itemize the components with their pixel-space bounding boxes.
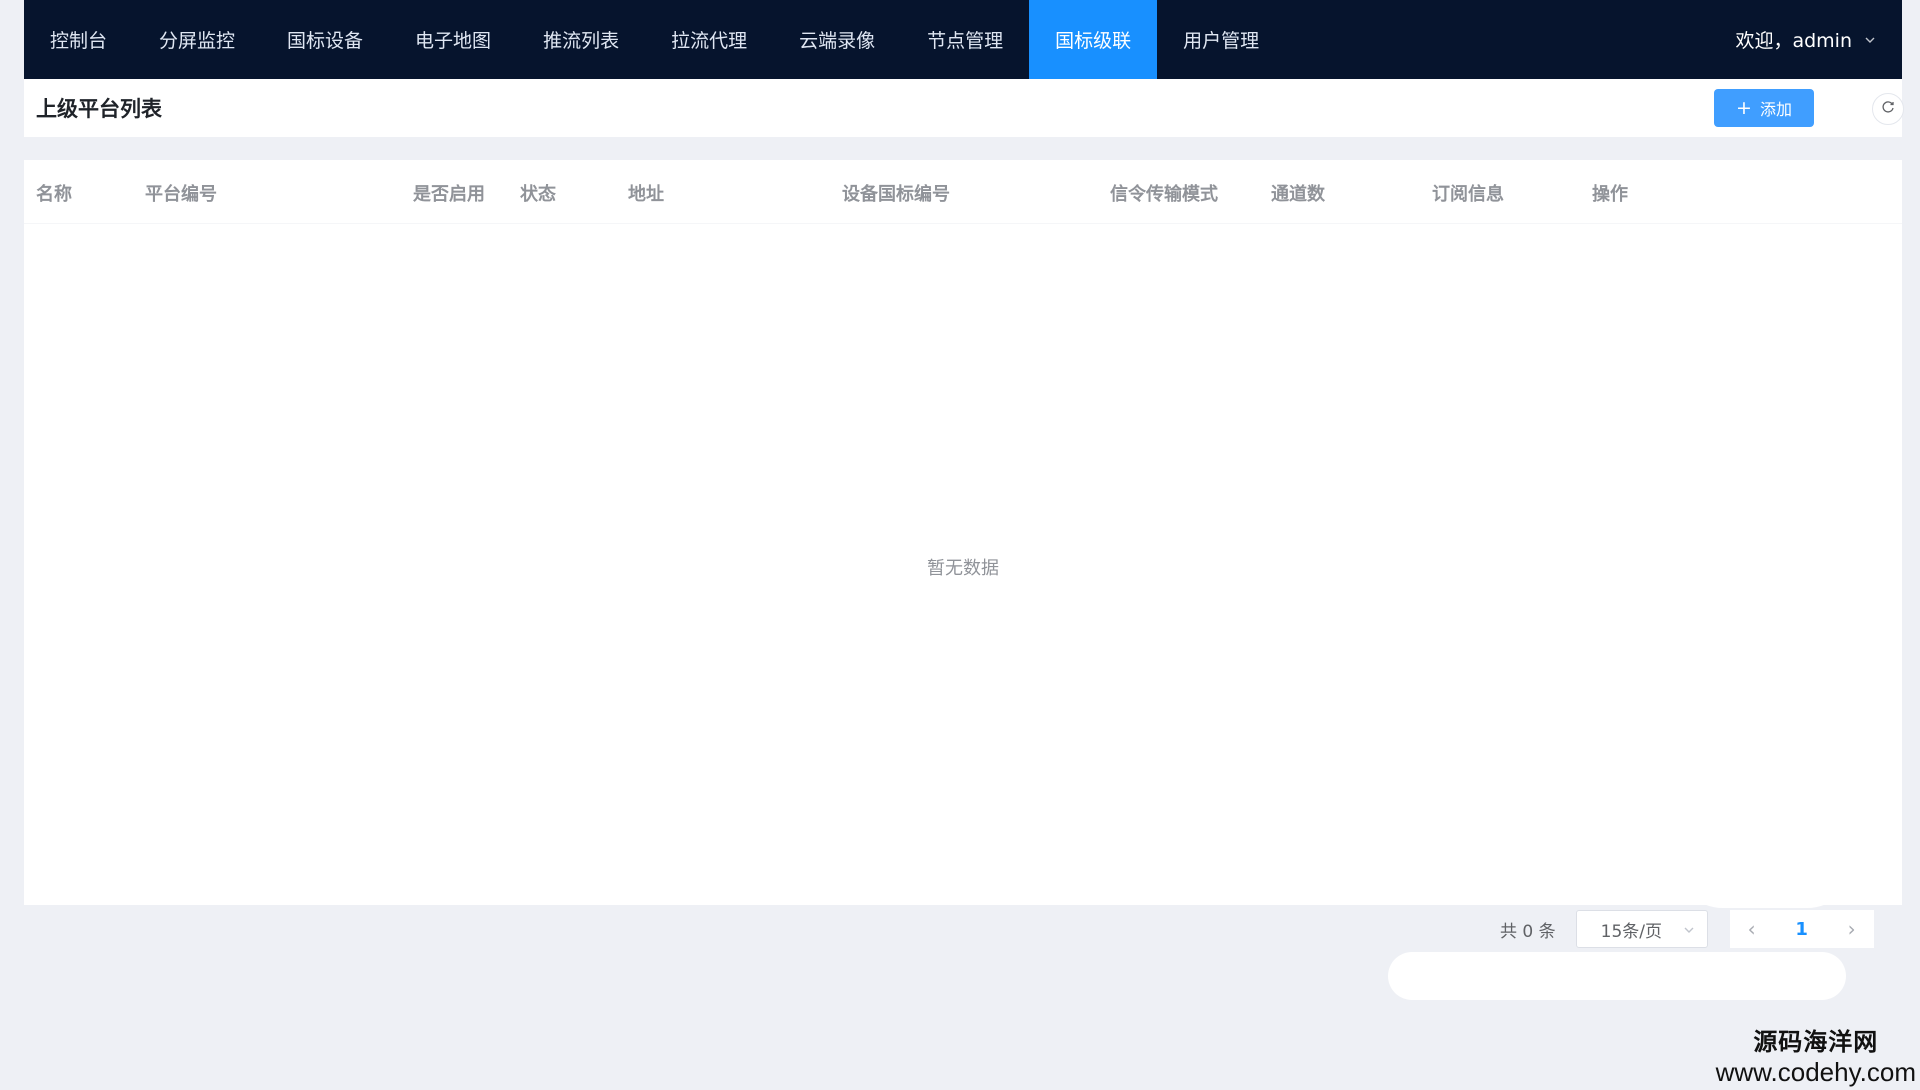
nav-item-gb-cascade[interactable]: 国标级联 xyxy=(1029,0,1158,79)
column-header-subscription-info: 订阅信息 xyxy=(1432,184,1504,205)
user-greeting: 欢迎，admin xyxy=(1735,30,1852,52)
redaction-blur xyxy=(1675,812,1855,908)
column-header-address: 地址 xyxy=(628,184,664,205)
page-title: 上级平台列表 xyxy=(36,97,162,121)
redaction-blur xyxy=(1388,952,1846,1000)
chevron-down-icon xyxy=(1864,34,1876,46)
nav-item-user-management[interactable]: 用户管理 xyxy=(1157,0,1285,79)
column-header-status: 状态 xyxy=(520,184,556,205)
nav-item-split-monitor[interactable]: 分屏监控 xyxy=(133,0,261,79)
top-navigation-bar: 控制台 分屏监控 国标设备 电子地图 推流列表 拉流代理 云端录像 节点管理 国… xyxy=(24,0,1902,79)
column-header-actions: 操作 xyxy=(1592,184,1628,205)
total-count: 共 0 条 xyxy=(1500,921,1556,942)
column-header-platform-id: 平台编号 xyxy=(145,184,217,205)
plus-icon: + xyxy=(1736,96,1752,119)
nav-item-gb-devices[interactable]: 国标设备 xyxy=(261,0,389,79)
page-number-current[interactable]: 1 xyxy=(1795,919,1808,940)
user-menu[interactable]: 欢迎，admin xyxy=(1735,0,1902,79)
page-size-select[interactable]: 15条/页 xyxy=(1575,910,1708,948)
nav-item-node-management[interactable]: 节点管理 xyxy=(901,0,1029,79)
nav-item-cloud-recording[interactable]: 云端录像 xyxy=(773,0,901,79)
empty-state-text: 暂无数据 xyxy=(927,558,999,579)
pagination: 共 0 条 15条/页 ‹ 1 › xyxy=(1500,910,1874,948)
watermark-url: www.codehy.com xyxy=(1715,1057,1916,1087)
next-page-icon[interactable]: › xyxy=(1844,917,1860,941)
platform-table: 名称 平台编号 是否启用 状态 地址 设备国标编号 信令传输模式 通道数 订阅信… xyxy=(24,160,1902,905)
prev-page-icon[interactable]: ‹ xyxy=(1744,917,1760,941)
refresh-button[interactable] xyxy=(1872,93,1904,125)
watermark-name: 源码海洋网 xyxy=(1753,1028,1879,1056)
page-size-value: 15条/页 xyxy=(1600,921,1662,942)
column-header-device-gb-id: 设备国标编号 xyxy=(842,184,950,205)
add-button[interactable]: + 添加 xyxy=(1714,89,1814,127)
nav-item-pull-stream-proxy[interactable]: 拉流代理 xyxy=(645,0,773,79)
watermark: 源码海洋网 www.codehy.com xyxy=(1716,1022,1916,1088)
chevron-down-icon xyxy=(1683,924,1695,936)
column-header-name: 名称 xyxy=(36,184,72,205)
main-nav: 控制台 分屏监控 国标设备 电子地图 推流列表 拉流代理 云端录像 节点管理 国… xyxy=(24,0,1285,79)
page-header: 上级平台列表 + 添加 xyxy=(24,79,1904,137)
refresh-icon xyxy=(1880,99,1896,119)
nav-item-push-stream-list[interactable]: 推流列表 xyxy=(517,0,645,79)
nav-item-map[interactable]: 电子地图 xyxy=(389,0,517,79)
column-header-enabled: 是否启用 xyxy=(413,184,485,205)
nav-item-console[interactable]: 控制台 xyxy=(24,0,133,79)
column-header-signaling-mode: 信令传输模式 xyxy=(1110,184,1218,205)
table-header: 名称 平台编号 是否启用 状态 地址 设备国标编号 信令传输模式 通道数 订阅信… xyxy=(24,160,1902,224)
add-button-label: 添加 xyxy=(1759,100,1792,119)
column-header-channel-count: 通道数 xyxy=(1271,184,1325,205)
pager: ‹ 1 › xyxy=(1729,910,1874,948)
